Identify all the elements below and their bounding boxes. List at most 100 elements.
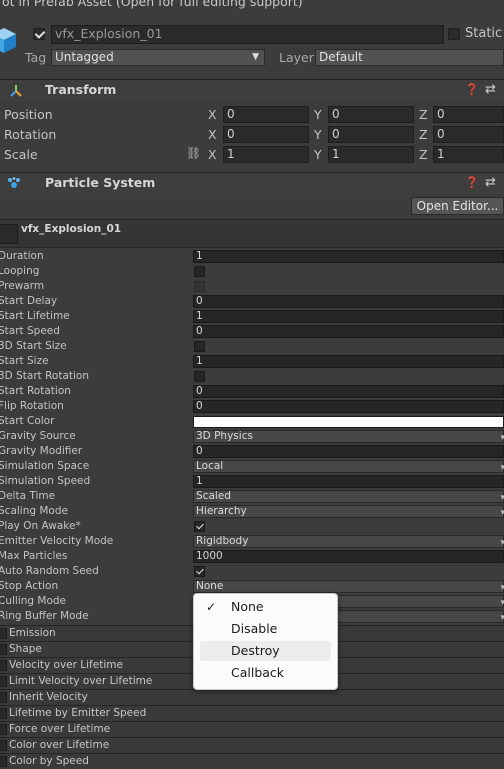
play-on-awake-checkbox[interactable] — [194, 521, 205, 532]
property-label: Start Delay — [0, 295, 58, 307]
auto-random-seed-checkbox[interactable] — [194, 566, 205, 577]
module-enable-checkbox[interactable] — [0, 628, 7, 639]
menu-option-destroy[interactable]: Destroy — [200, 641, 331, 661]
3d-start-size-checkbox[interactable] — [194, 341, 205, 352]
gravity-source-dropdown[interactable]: 3D Physics ▾ — [193, 430, 504, 443]
position-z-field[interactable]: 0 — [433, 106, 504, 123]
scale-y-label[interactable]: Y — [314, 147, 322, 162]
cube-icon — [0, 28, 16, 53]
start-lifetime-field[interactable]: 1 — [193, 310, 504, 323]
property-label: Scaling Mode — [0, 505, 68, 517]
simulation-space-dropdown[interactable]: Local ▾ — [193, 460, 504, 473]
property-row-emitter-velocity-mode: Emitter Velocity Mode Rigidbody ▾ — [0, 534, 504, 549]
start-rotation-field[interactable]: 0 — [193, 385, 504, 398]
dropdown-value: Hierarchy — [196, 505, 247, 517]
scale-x-label[interactable]: X — [208, 147, 217, 162]
rotation-y-label[interactable]: Y — [314, 127, 322, 142]
module-enable-checkbox[interactable] — [0, 724, 7, 735]
module-enable-checkbox[interactable] — [0, 644, 7, 655]
start-delay-field[interactable]: 0 — [193, 295, 504, 308]
menu-option-label: Callback — [231, 665, 285, 680]
stop-action-dropdown[interactable]: None ▾ — [193, 580, 504, 593]
module-enable-checkbox[interactable] — [0, 676, 7, 687]
position-y-field[interactable]: 0 — [328, 106, 414, 123]
looping-checkbox[interactable] — [194, 266, 205, 277]
property-row-gravity-modifier: Gravity Modifier 0 — [0, 444, 504, 459]
property-row-duration: Duration 1 — [0, 249, 504, 264]
property-label: Duration — [0, 250, 44, 262]
system-subheader[interactable]: vfx_Explosion_01 — [0, 219, 504, 248]
static-checkbox[interactable] — [448, 28, 460, 40]
transform-header[interactable]: Transform ❓ ⇄ — [0, 79, 504, 101]
scale-z-label[interactable]: Z — [419, 147, 428, 162]
rotation-z-field[interactable]: 0 — [433, 126, 504, 143]
simulation-speed-field[interactable]: 1 — [193, 475, 504, 488]
gravity-modifier-field[interactable]: 0 — [193, 445, 504, 458]
property-row-prewarm: Prewarm — [0, 279, 504, 294]
delta-time-dropdown[interactable]: Scaled ▾ — [193, 490, 504, 503]
module-enable-checkbox[interactable] — [0, 756, 7, 767]
module-lifetime-by-emitter-speed[interactable]: Lifetime by Emitter Speed — [0, 705, 504, 721]
module-enable-checkbox[interactable] — [0, 660, 7, 671]
position-z-label[interactable]: Z — [419, 107, 428, 122]
preset-icon[interactable]: ⇄ — [485, 175, 496, 190]
flip-rotation-field[interactable]: 0 — [193, 400, 504, 413]
module-force-over-lifetime[interactable]: Force over Lifetime — [0, 721, 504, 737]
help-icon[interactable]: ❓ — [465, 83, 479, 96]
prefab-banner: ot in Prefab Asset (Open for full editin… — [0, 0, 504, 14]
scale-z-field[interactable]: 1 — [433, 146, 504, 163]
module-label: Limit Velocity over Lifetime — [9, 675, 153, 687]
scaling-mode-dropdown[interactable]: Hierarchy ▾ — [193, 505, 504, 518]
property-label: Ring Buffer Mode — [0, 610, 89, 622]
tag-dropdown[interactable]: Untagged ▼ — [51, 49, 265, 66]
help-icon[interactable]: ❓ — [465, 176, 479, 189]
scale-x-field[interactable]: 1 — [223, 146, 309, 163]
property-label: Start Rotation — [0, 385, 71, 397]
position-x-field[interactable]: 0 — [223, 106, 309, 123]
link-scale-icon[interactable]: ⛓ — [186, 146, 201, 160]
position-x-label[interactable]: X — [208, 107, 217, 122]
module-inherit-velocity[interactable]: Inherit Velocity — [0, 689, 504, 705]
module-enable-checkbox[interactable] — [0, 708, 7, 719]
menu-option-disable[interactable]: Disable — [200, 619, 331, 639]
start-color-swatch[interactable] — [193, 416, 504, 428]
active-checkbox[interactable] — [33, 28, 45, 40]
property-row-3d-start-size: 3D Start Size — [0, 339, 504, 354]
property-label: Start Size — [0, 355, 49, 367]
property-row-auto-random-seed: Auto Random Seed — [0, 564, 504, 579]
rotation-x-label[interactable]: X — [208, 127, 217, 142]
module-color-over-lifetime[interactable]: Color over Lifetime — [0, 737, 504, 753]
rotation-y-field[interactable]: 0 — [328, 126, 414, 143]
transform-title: Transform — [45, 82, 117, 97]
property-row-simulation-speed: Simulation Speed 1 — [0, 474, 504, 489]
start-size-field[interactable]: 1 — [193, 355, 504, 368]
menu-option-callback[interactable]: Callback — [200, 663, 331, 683]
property-label: Gravity Source — [0, 430, 76, 442]
open-editor-button[interactable]: Open Editor... — [411, 197, 504, 215]
rotation-x-field[interactable]: 0 — [223, 126, 309, 143]
duration-field[interactable]: 1 — [193, 250, 504, 263]
position-y-label[interactable]: Y — [314, 107, 322, 122]
property-row-start-rotation: Start Rotation 0 — [0, 384, 504, 399]
layer-label: Layer — [279, 50, 314, 65]
module-enable-checkbox[interactable] — [0, 692, 7, 703]
rotation-z-label[interactable]: Z — [419, 127, 428, 142]
scale-y-field[interactable]: 1 — [328, 146, 414, 163]
particle-system-header[interactable]: Particle System ❓ ⇄ — [0, 172, 504, 194]
module-enable-checkbox[interactable] — [0, 740, 7, 751]
prefab-banner-text: ot in Prefab Asset (Open for full editin… — [2, 0, 303, 9]
module-label: Inherit Velocity — [9, 691, 88, 703]
property-row-simulation-space: Simulation Space Local ▾ — [0, 459, 504, 474]
max-particles-field[interactable]: 1000 — [193, 550, 504, 563]
module-color-by-speed[interactable]: Color by Speed — [0, 753, 504, 769]
property-label: Simulation Space — [0, 460, 90, 472]
menu-option-none[interactable]: ✓ None — [200, 597, 331, 617]
layer-dropdown[interactable]: Default — [315, 49, 504, 66]
emitter-velocity-mode-dropdown[interactable]: Rigidbody ▾ — [193, 535, 504, 548]
object-name-field[interactable]: vfx_Explosion_01 — [51, 25, 444, 44]
module-label: Lifetime by Emitter Speed — [9, 707, 147, 719]
start-speed-field[interactable]: 0 — [193, 325, 504, 338]
preset-icon[interactable]: ⇄ — [485, 82, 496, 97]
property-label: Start Color — [0, 415, 55, 427]
3d-start-rotation-checkbox[interactable] — [194, 371, 205, 382]
